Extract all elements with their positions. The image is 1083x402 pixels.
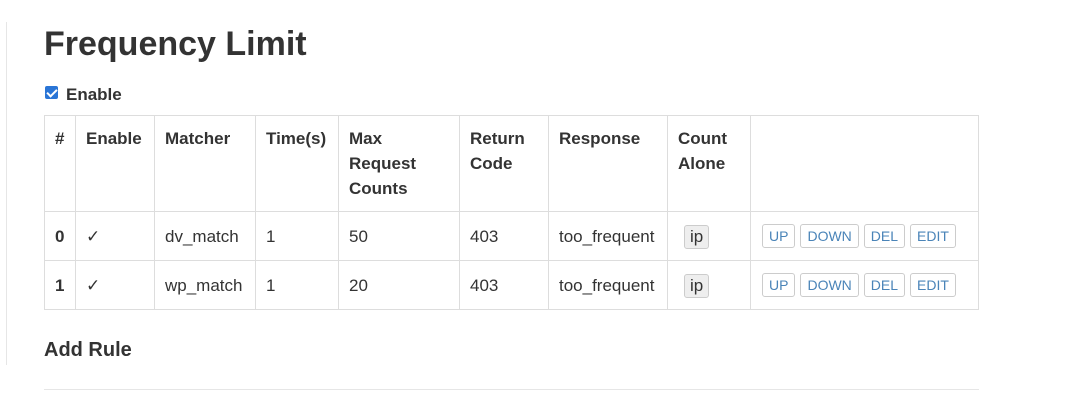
page-title: Frequency Limit xyxy=(44,25,307,63)
section-divider xyxy=(44,389,979,390)
row-index: 0 xyxy=(44,211,76,261)
header-count-alone: Count Alone xyxy=(667,115,751,212)
row-max-count: 50 xyxy=(338,211,460,261)
down-button[interactable]: DOWN xyxy=(800,273,859,297)
row-enabled-check: ✓ xyxy=(75,260,155,310)
row-index: 1 xyxy=(44,260,76,310)
enable-checkbox[interactable] xyxy=(45,85,58,99)
header-response: Response xyxy=(548,115,668,212)
row-return-code: 403 xyxy=(459,260,549,310)
table-row: 1 ✓ wp_match 1 20 403 too_frequent ip UP… xyxy=(44,260,979,310)
left-divider xyxy=(6,22,7,365)
down-button[interactable]: DOWN xyxy=(800,224,859,248)
add-rule-heading: Add Rule xyxy=(44,339,132,361)
header-return-code: Return Code xyxy=(459,115,549,212)
rules-table: # Enable Matcher Time(s) Max Request Cou… xyxy=(44,115,979,310)
table-row: 0 ✓ dv_match 1 50 403 too_frequent ip UP… xyxy=(44,211,979,261)
row-enabled-check: ✓ xyxy=(75,211,155,261)
row-time: 1 xyxy=(255,260,339,310)
count-alone-tag: ip xyxy=(684,224,710,249)
delete-button[interactable]: DEL xyxy=(863,273,906,297)
header-index: # xyxy=(44,115,76,212)
row-max-count: 20 xyxy=(338,260,460,310)
row-matcher: dv_match xyxy=(154,211,256,261)
row-response: too_frequent xyxy=(548,260,668,310)
up-button[interactable]: UP xyxy=(762,224,796,248)
table-header-row: # Enable Matcher Time(s) Max Request Cou… xyxy=(44,115,979,212)
row-count-alone: ip xyxy=(667,211,751,261)
header-actions xyxy=(750,115,979,212)
header-max-request-counts: Max Request Counts xyxy=(338,115,460,212)
count-alone-tag: ip xyxy=(684,273,710,298)
row-time: 1 xyxy=(255,211,339,261)
row-actions: UP DOWN DEL EDIT xyxy=(750,211,979,261)
row-matcher: wp_match xyxy=(154,260,256,310)
edit-button[interactable]: EDIT xyxy=(910,224,956,248)
header-matcher: Matcher xyxy=(154,115,256,212)
row-actions: UP DOWN DEL EDIT xyxy=(750,260,979,310)
header-time: Time(s) xyxy=(255,115,339,212)
up-button[interactable]: UP xyxy=(762,273,796,297)
delete-button[interactable]: DEL xyxy=(863,224,906,248)
header-enable: Enable xyxy=(75,115,155,212)
row-count-alone: ip xyxy=(667,260,751,310)
enable-toggle[interactable]: Enable xyxy=(44,85,122,105)
row-response: too_frequent xyxy=(548,211,668,261)
edit-button[interactable]: EDIT xyxy=(910,273,956,297)
enable-label: Enable xyxy=(66,85,122,104)
row-return-code: 403 xyxy=(459,211,549,261)
